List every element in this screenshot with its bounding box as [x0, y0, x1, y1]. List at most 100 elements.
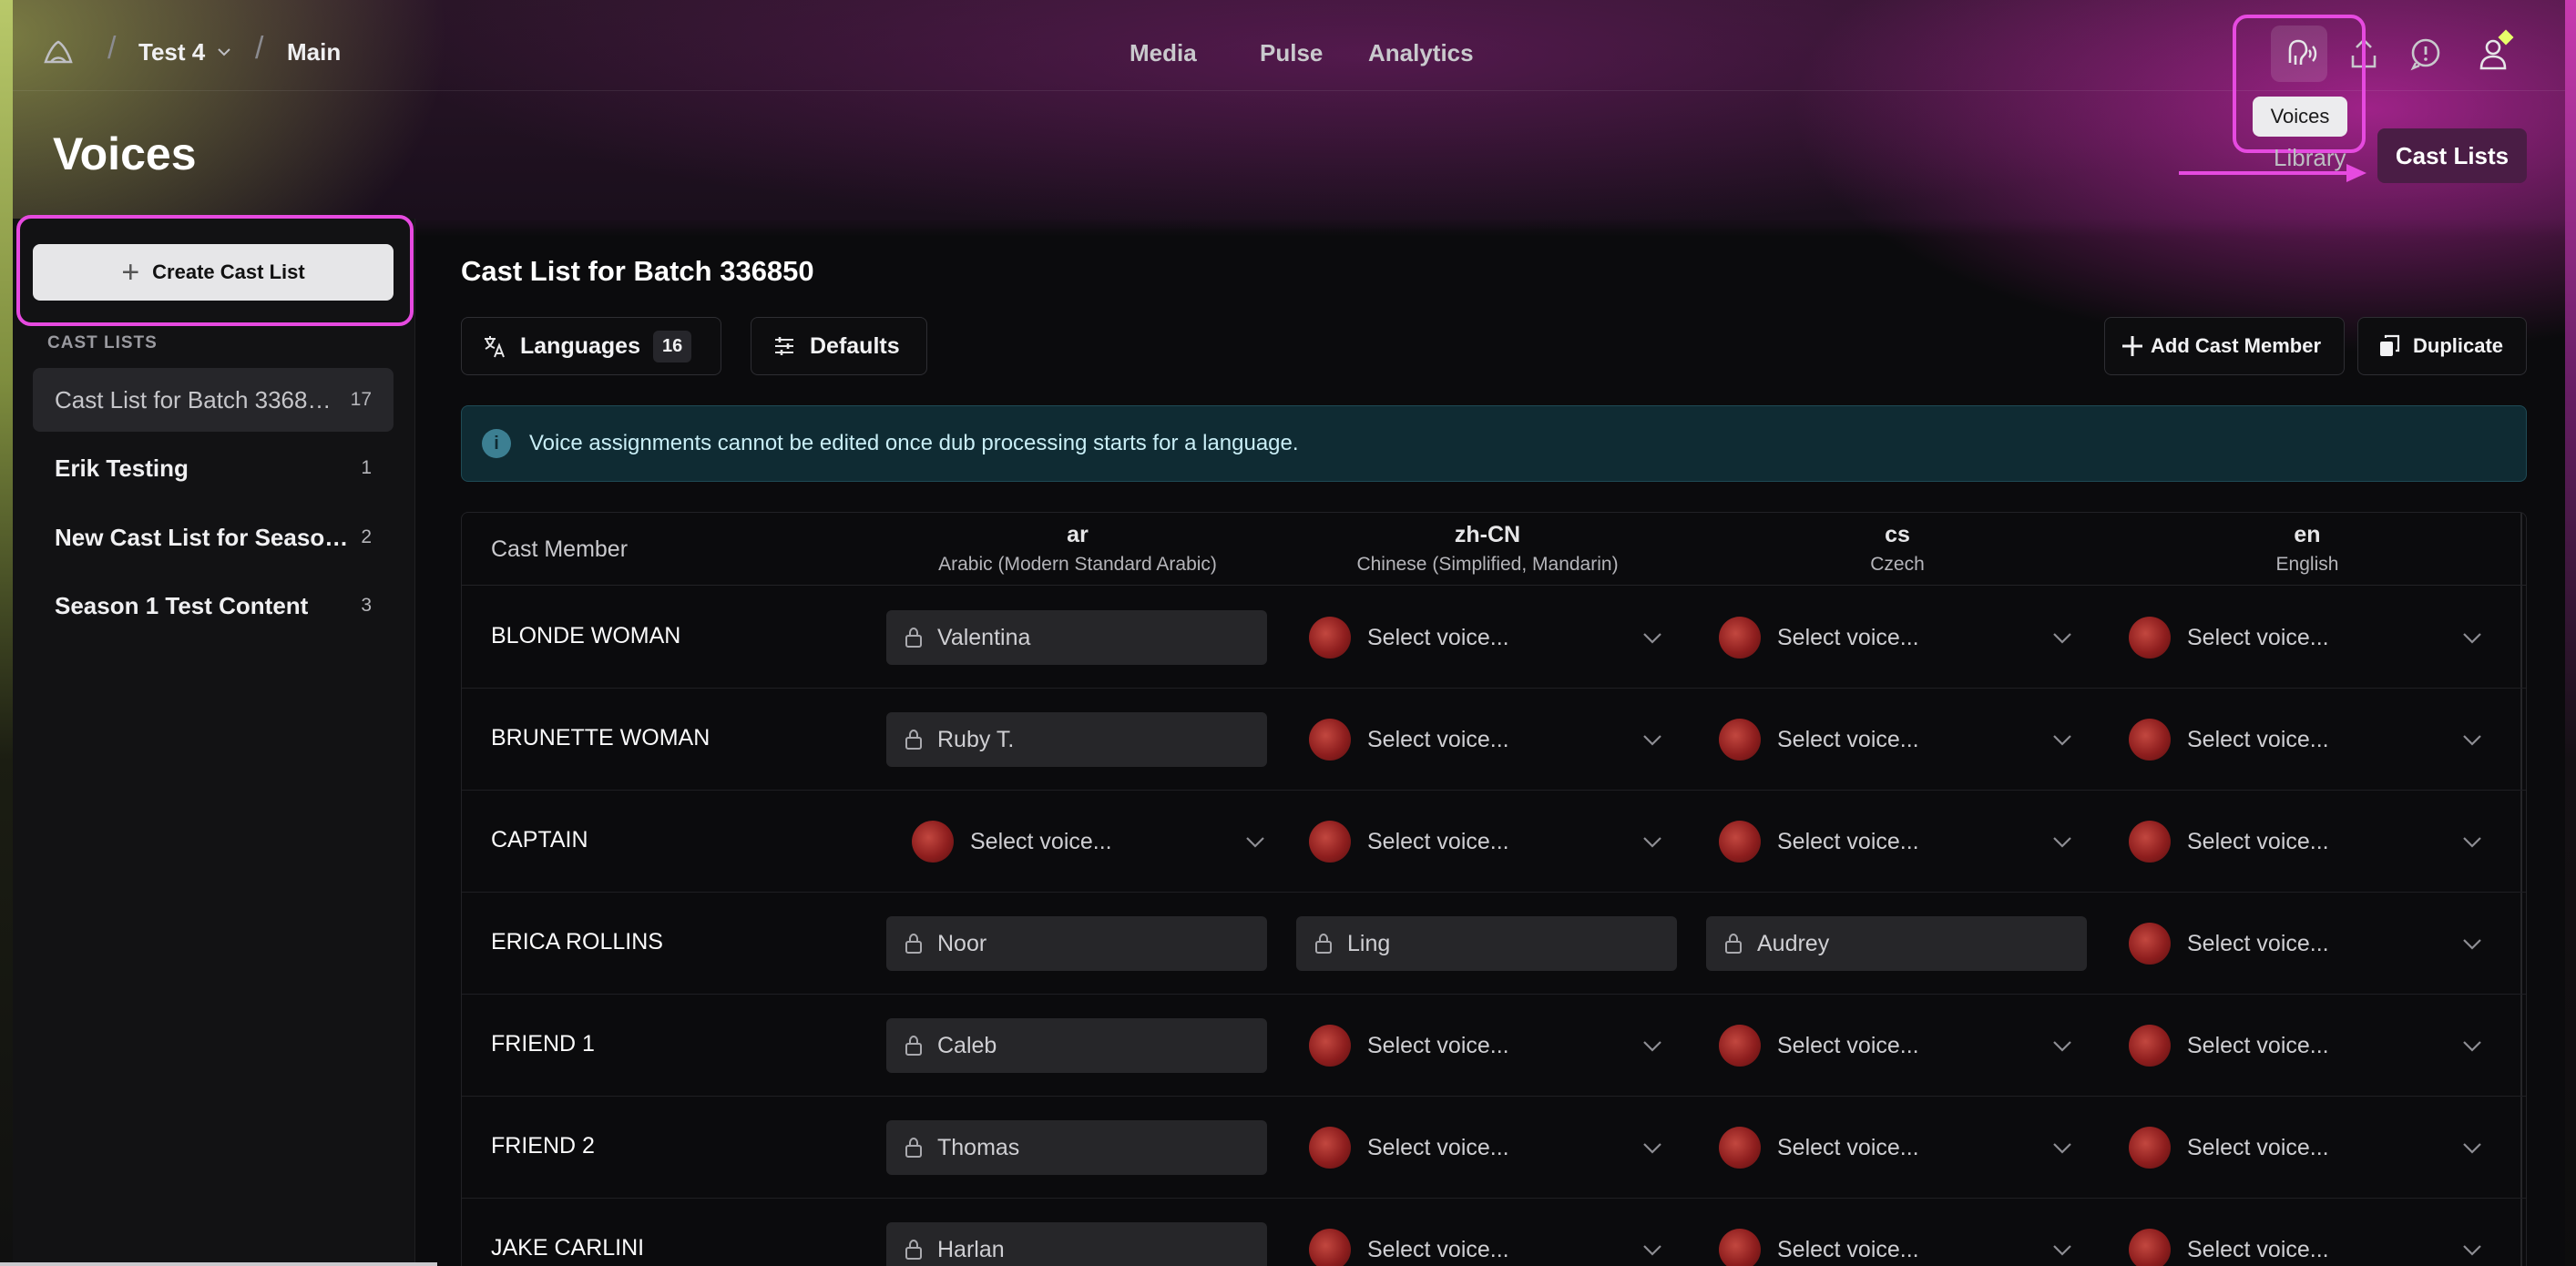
select-placeholder: Select voice... [970, 828, 1112, 854]
voice-select[interactable]: Select voice... [2116, 916, 2497, 971]
locked-voice-field: Harlan [886, 1222, 1267, 1266]
voice-avatar [1309, 1127, 1351, 1169]
voice-select[interactable]: Select voice... [899, 814, 1280, 869]
table-row: ERICA ROLLINS Noor Ling Audrey Select voice.… [462, 893, 2526, 995]
cast-lists-heading: CAST LISTS [47, 333, 158, 352]
voice-avatar [2129, 1127, 2171, 1169]
nav-analytics[interactable]: Analytics [1368, 39, 1474, 67]
column-header-cast-member: Cast Member [491, 536, 629, 562]
table-row: JAKE CARLINI Harlan Select voice... Select … [462, 1199, 2526, 1266]
voice-select[interactable]: Select voice... [1296, 1018, 1677, 1073]
voice-avatar [1309, 617, 1351, 659]
cast-list-count: 17 [350, 389, 372, 410]
logo-icon[interactable] [40, 35, 77, 71]
cast-list-item[interactable]: Season 1 Test Content 3 [33, 574, 394, 638]
cast-table: Cast Member ar Arabic (Modern Standard A… [461, 512, 2527, 1266]
cast-list-name: Cast List for Batch 3368… [55, 385, 332, 413]
cast-list-item[interactable]: Erik Testing 1 [33, 436, 394, 500]
add-cast-member-button[interactable]: Add Cast Member [2104, 317, 2345, 375]
voice-name: Harlan [937, 1236, 1005, 1262]
chevron-down-icon [2053, 1245, 2071, 1256]
voice-select[interactable]: Select voice... [2116, 1120, 2497, 1175]
voice-avatar [1719, 821, 1761, 863]
voice-avatar [1309, 1025, 1351, 1067]
voice-select[interactable]: Select voice... [2116, 610, 2497, 665]
voice-select[interactable]: Select voice... [1296, 610, 1677, 665]
column-header-ar[interactable]: ar Arabic (Modern Standard Arabic) [877, 522, 1278, 576]
table-row: BRUNETTE WOMAN Ruby T. Select voice... Sele… [462, 689, 2526, 791]
language-name: English [2275, 554, 2339, 575]
locked-voice-field: Thomas [886, 1120, 1267, 1175]
chevron-down-icon[interactable] [216, 44, 232, 60]
voices-button[interactable] [2271, 26, 2327, 82]
voice-select[interactable]: Select voice... [1706, 814, 2087, 869]
voice-select[interactable]: Select voice... [1296, 814, 1677, 869]
voice-select[interactable]: Select voice... [2116, 814, 2497, 869]
voice-select[interactable]: Select voice... [1706, 610, 2087, 665]
column-header-zh-cn[interactable]: zh-CN Chinese (Simplified, Mandarin) [1287, 522, 1688, 576]
select-placeholder: Select voice... [1777, 1032, 1919, 1058]
cast-list-item[interactable]: Cast List for Batch 3368… 17 [33, 368, 394, 432]
table-row: CAPTAIN Select voice... Select voice... Sel… [462, 791, 2526, 893]
duplicate-label: Duplicate [2413, 334, 2504, 357]
voice-avatar [1719, 1127, 1761, 1169]
breadcrumb-branch[interactable]: Main [287, 38, 341, 66]
cast-member-name: BRUNETTE WOMAN [491, 725, 710, 750]
language-name: Arabic (Modern Standard Arabic) [938, 554, 1217, 575]
voice-select[interactable]: Select voice... [2116, 712, 2497, 767]
languages-button[interactable]: Languages 16 [461, 317, 721, 375]
chevron-down-icon [2463, 633, 2481, 644]
right-decor [2565, 0, 2576, 1266]
languages-count-badge: 16 [652, 330, 692, 362]
locked-voice-field: Valentina [886, 610, 1267, 665]
sliders-icon [775, 337, 793, 355]
locked-voice-field: Noor [886, 916, 1267, 971]
breadcrumb-separator: / [107, 31, 117, 66]
voice-select[interactable]: Select voice... [1706, 1120, 2087, 1175]
voice-select[interactable]: Select voice... [1706, 1222, 2087, 1266]
page-title: Voices [53, 128, 197, 179]
select-placeholder: Select voice... [2187, 1134, 2329, 1160]
tab-cast-lists[interactable]: Cast Lists [2377, 128, 2527, 183]
voice-select[interactable]: Select voice... [1296, 1222, 1677, 1266]
select-placeholder: Select voice... [1367, 1134, 1509, 1160]
message-icon [2410, 38, 2440, 71]
column-header-cs[interactable]: cs Czech [1697, 522, 2098, 576]
voice-avatar [2129, 1229, 2171, 1266]
nav-media[interactable]: Media [1130, 39, 1197, 67]
locked-voice-field: Caleb [886, 1018, 1267, 1073]
voice-name: Noor [937, 930, 987, 956]
language-code: en [2294, 522, 2321, 547]
table-row: BLONDE WOMAN Valentina Select voice... Sele… [462, 587, 2526, 689]
voice-select[interactable]: Select voice... [1706, 712, 2087, 767]
select-placeholder: Select voice... [1367, 1236, 1509, 1262]
voice-avatar [2129, 821, 2171, 863]
duplicate-button[interactable]: Duplicate [2357, 317, 2527, 375]
plus-icon [2122, 336, 2142, 356]
feedback-button[interactable] [2397, 26, 2454, 82]
nav-pulse[interactable]: Pulse [1260, 39, 1323, 67]
account-button[interactable] [2467, 26, 2523, 82]
select-placeholder: Select voice... [1777, 1134, 1919, 1160]
create-cast-list-button[interactable]: + Create Cast List [33, 244, 394, 301]
cast-list-item[interactable]: New Cast List for Season 2 2 [33, 505, 394, 569]
column-header-en[interactable]: en English [2107, 522, 2508, 576]
upload-icon [2351, 38, 2377, 68]
select-placeholder: Select voice... [1777, 624, 1919, 650]
info-icon: i [482, 429, 511, 458]
lock-icon [905, 1035, 922, 1056]
cast-list-name: New Cast List for Season 2 [55, 523, 349, 551]
voice-select[interactable]: Select voice... [1296, 712, 1677, 767]
voice-select[interactable]: Select voice... [2116, 1222, 2497, 1266]
voice-select[interactable]: Select voice... [1706, 1018, 2087, 1073]
voice-select[interactable]: Select voice... [1296, 1120, 1677, 1175]
upload-button[interactable] [2336, 26, 2392, 82]
defaults-button[interactable]: Defaults [751, 317, 927, 375]
voice-avatar [1309, 719, 1351, 761]
left-decor [0, 0, 13, 1266]
chevron-down-icon [2053, 735, 2071, 746]
chevron-down-icon [1643, 633, 1661, 644]
breadcrumb-project[interactable]: Test 4 [138, 38, 205, 66]
language-code: zh-CN [1454, 522, 1521, 547]
voice-select[interactable]: Select voice... [2116, 1018, 2497, 1073]
